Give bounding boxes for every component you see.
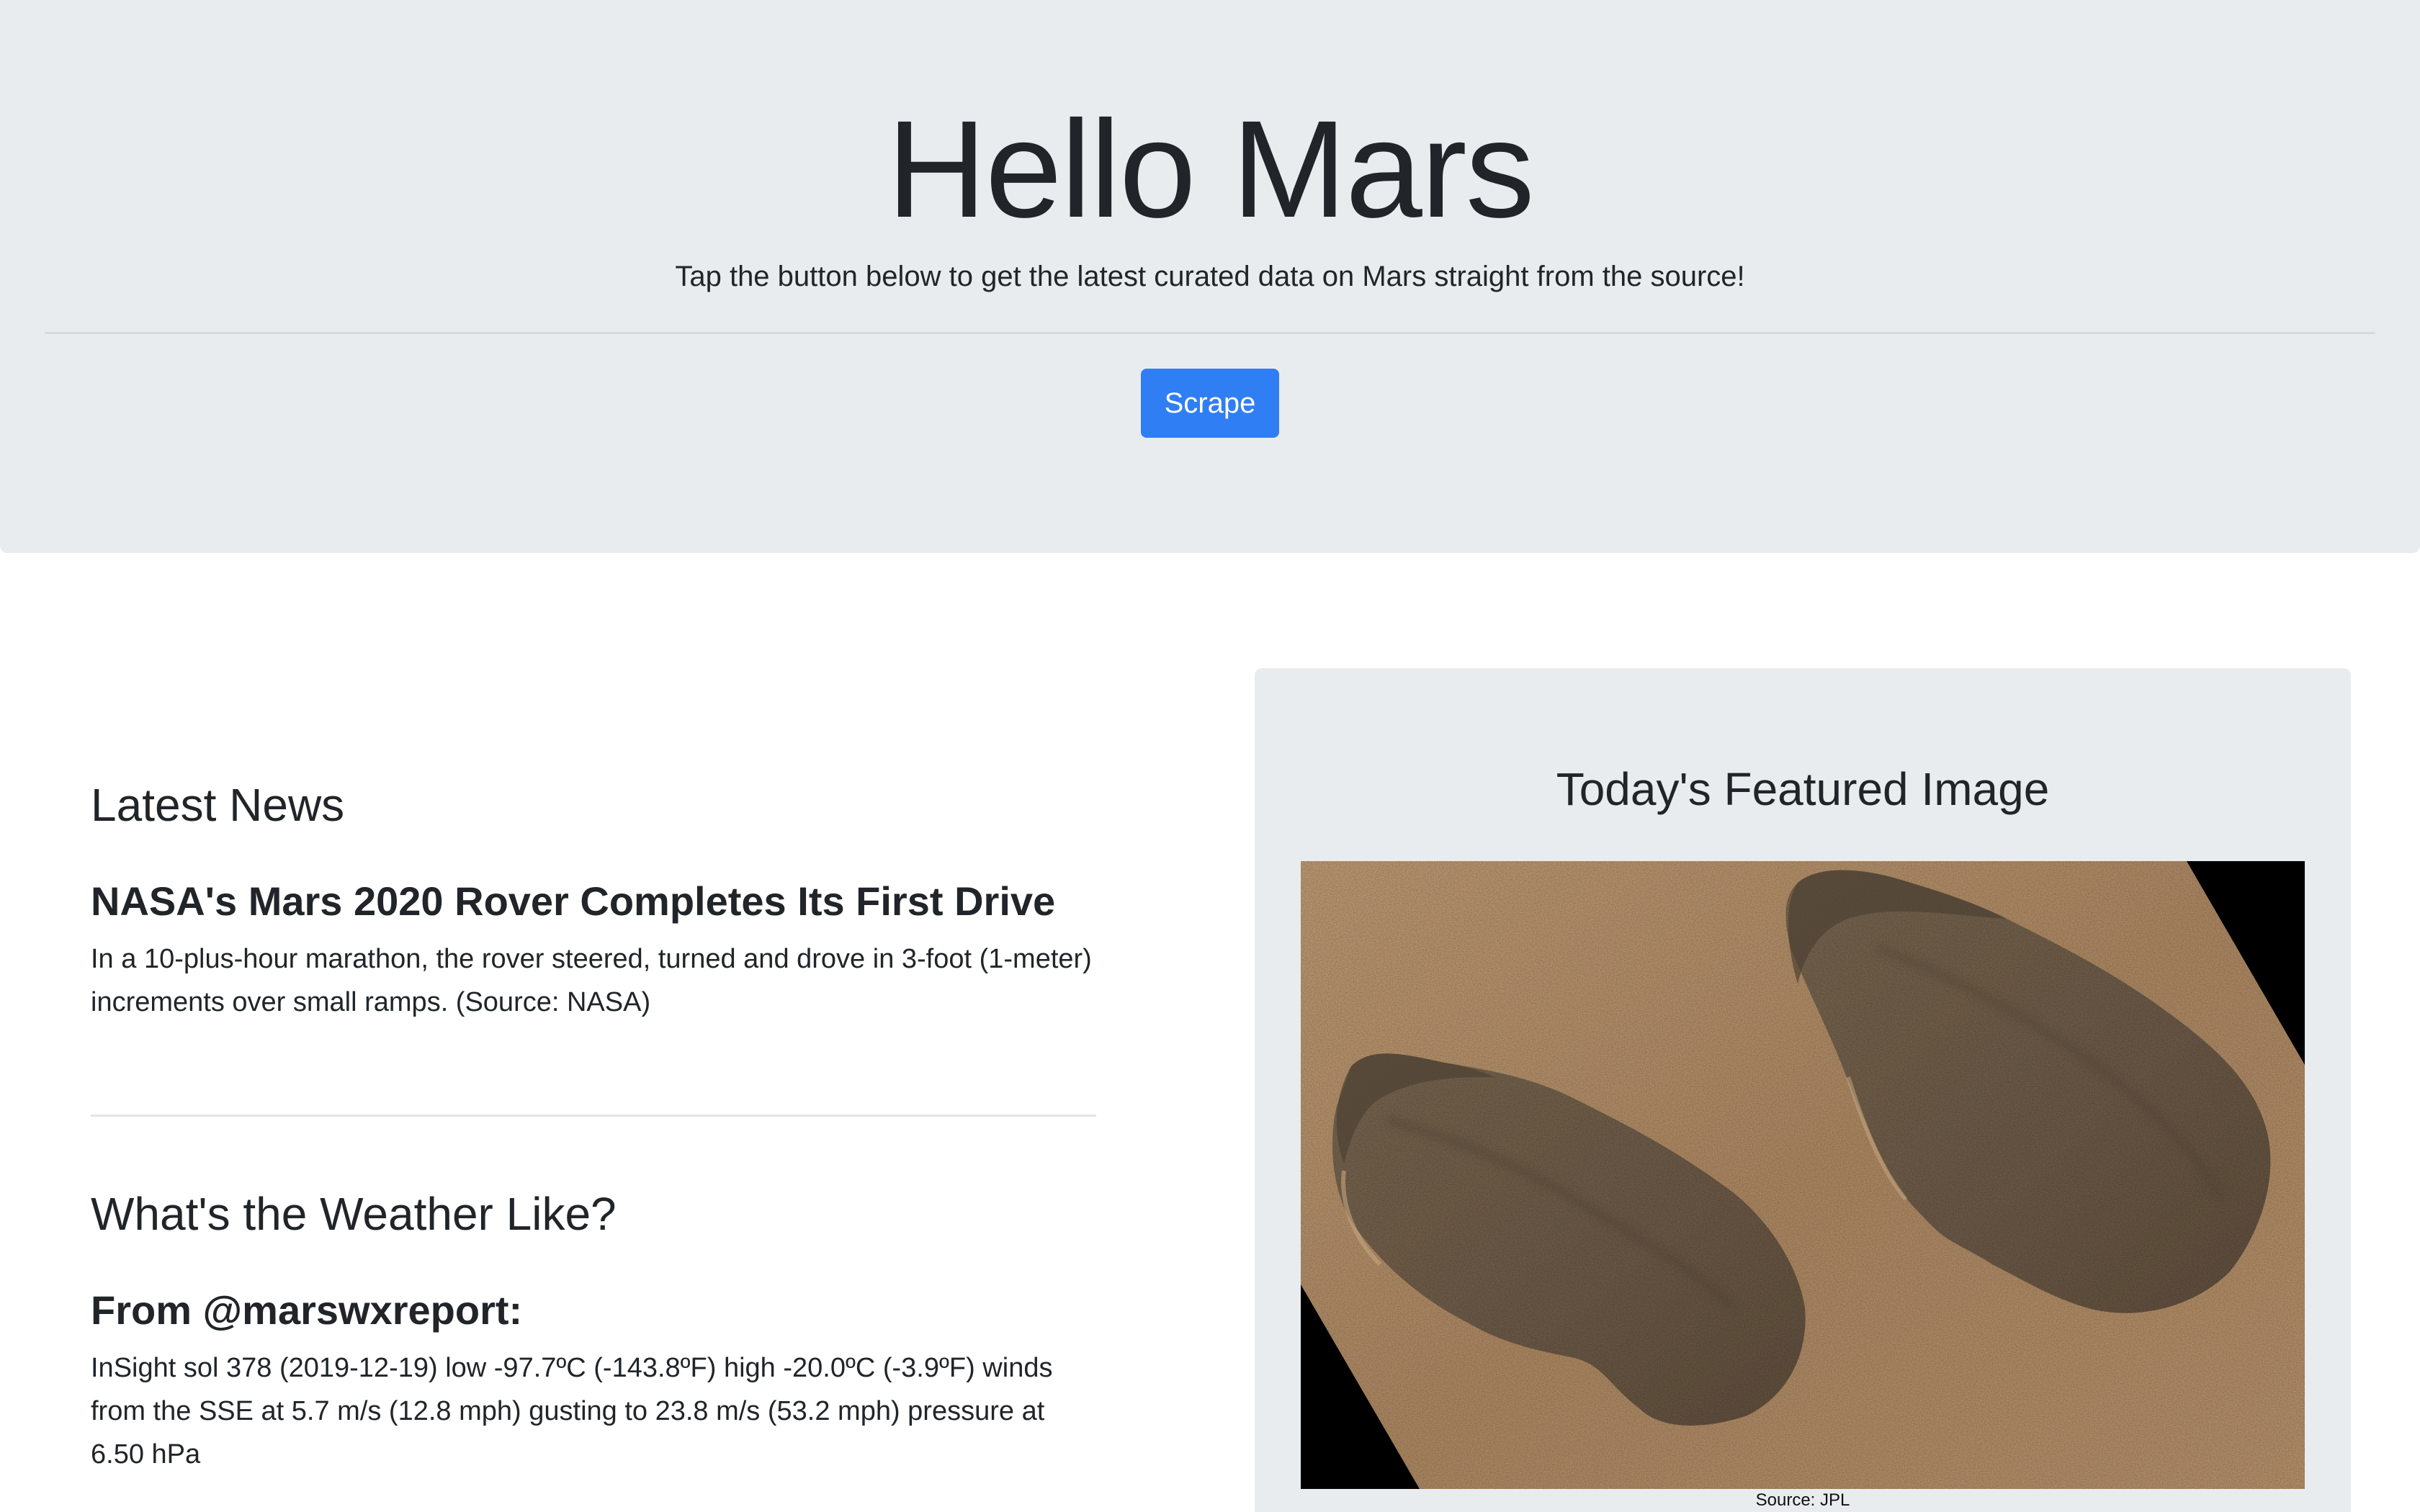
page-title: Hello Mars [887,91,1535,246]
weather-report: InSight sol 378 (2019-12-19) low -97.7ºC… [91,1353,1053,1470]
image-source-caption: Source: JPL [1755,1490,1850,1510]
latest-news-heading: Latest News [91,779,345,831]
scrape-button[interactable]: Scrape [1141,369,1279,438]
featured-image [1301,861,2305,1489]
weather-heading: What's the Weather Like? [91,1188,617,1240]
news-teaser: In a 10-plus-hour marathon, the rover st… [91,944,1092,1017]
featured-image-title: Today's Featured Image [1556,763,2050,815]
page-lead-text: Tap the button below to get the latest c… [675,261,1745,292]
section-divider [91,1115,1096,1117]
weather-source-heading: From @marswxreport: [91,1287,523,1333]
header-divider [45,332,2375,334]
news-headline: NASA's Mars 2020 Rover Completes Its Fir… [91,878,1056,924]
